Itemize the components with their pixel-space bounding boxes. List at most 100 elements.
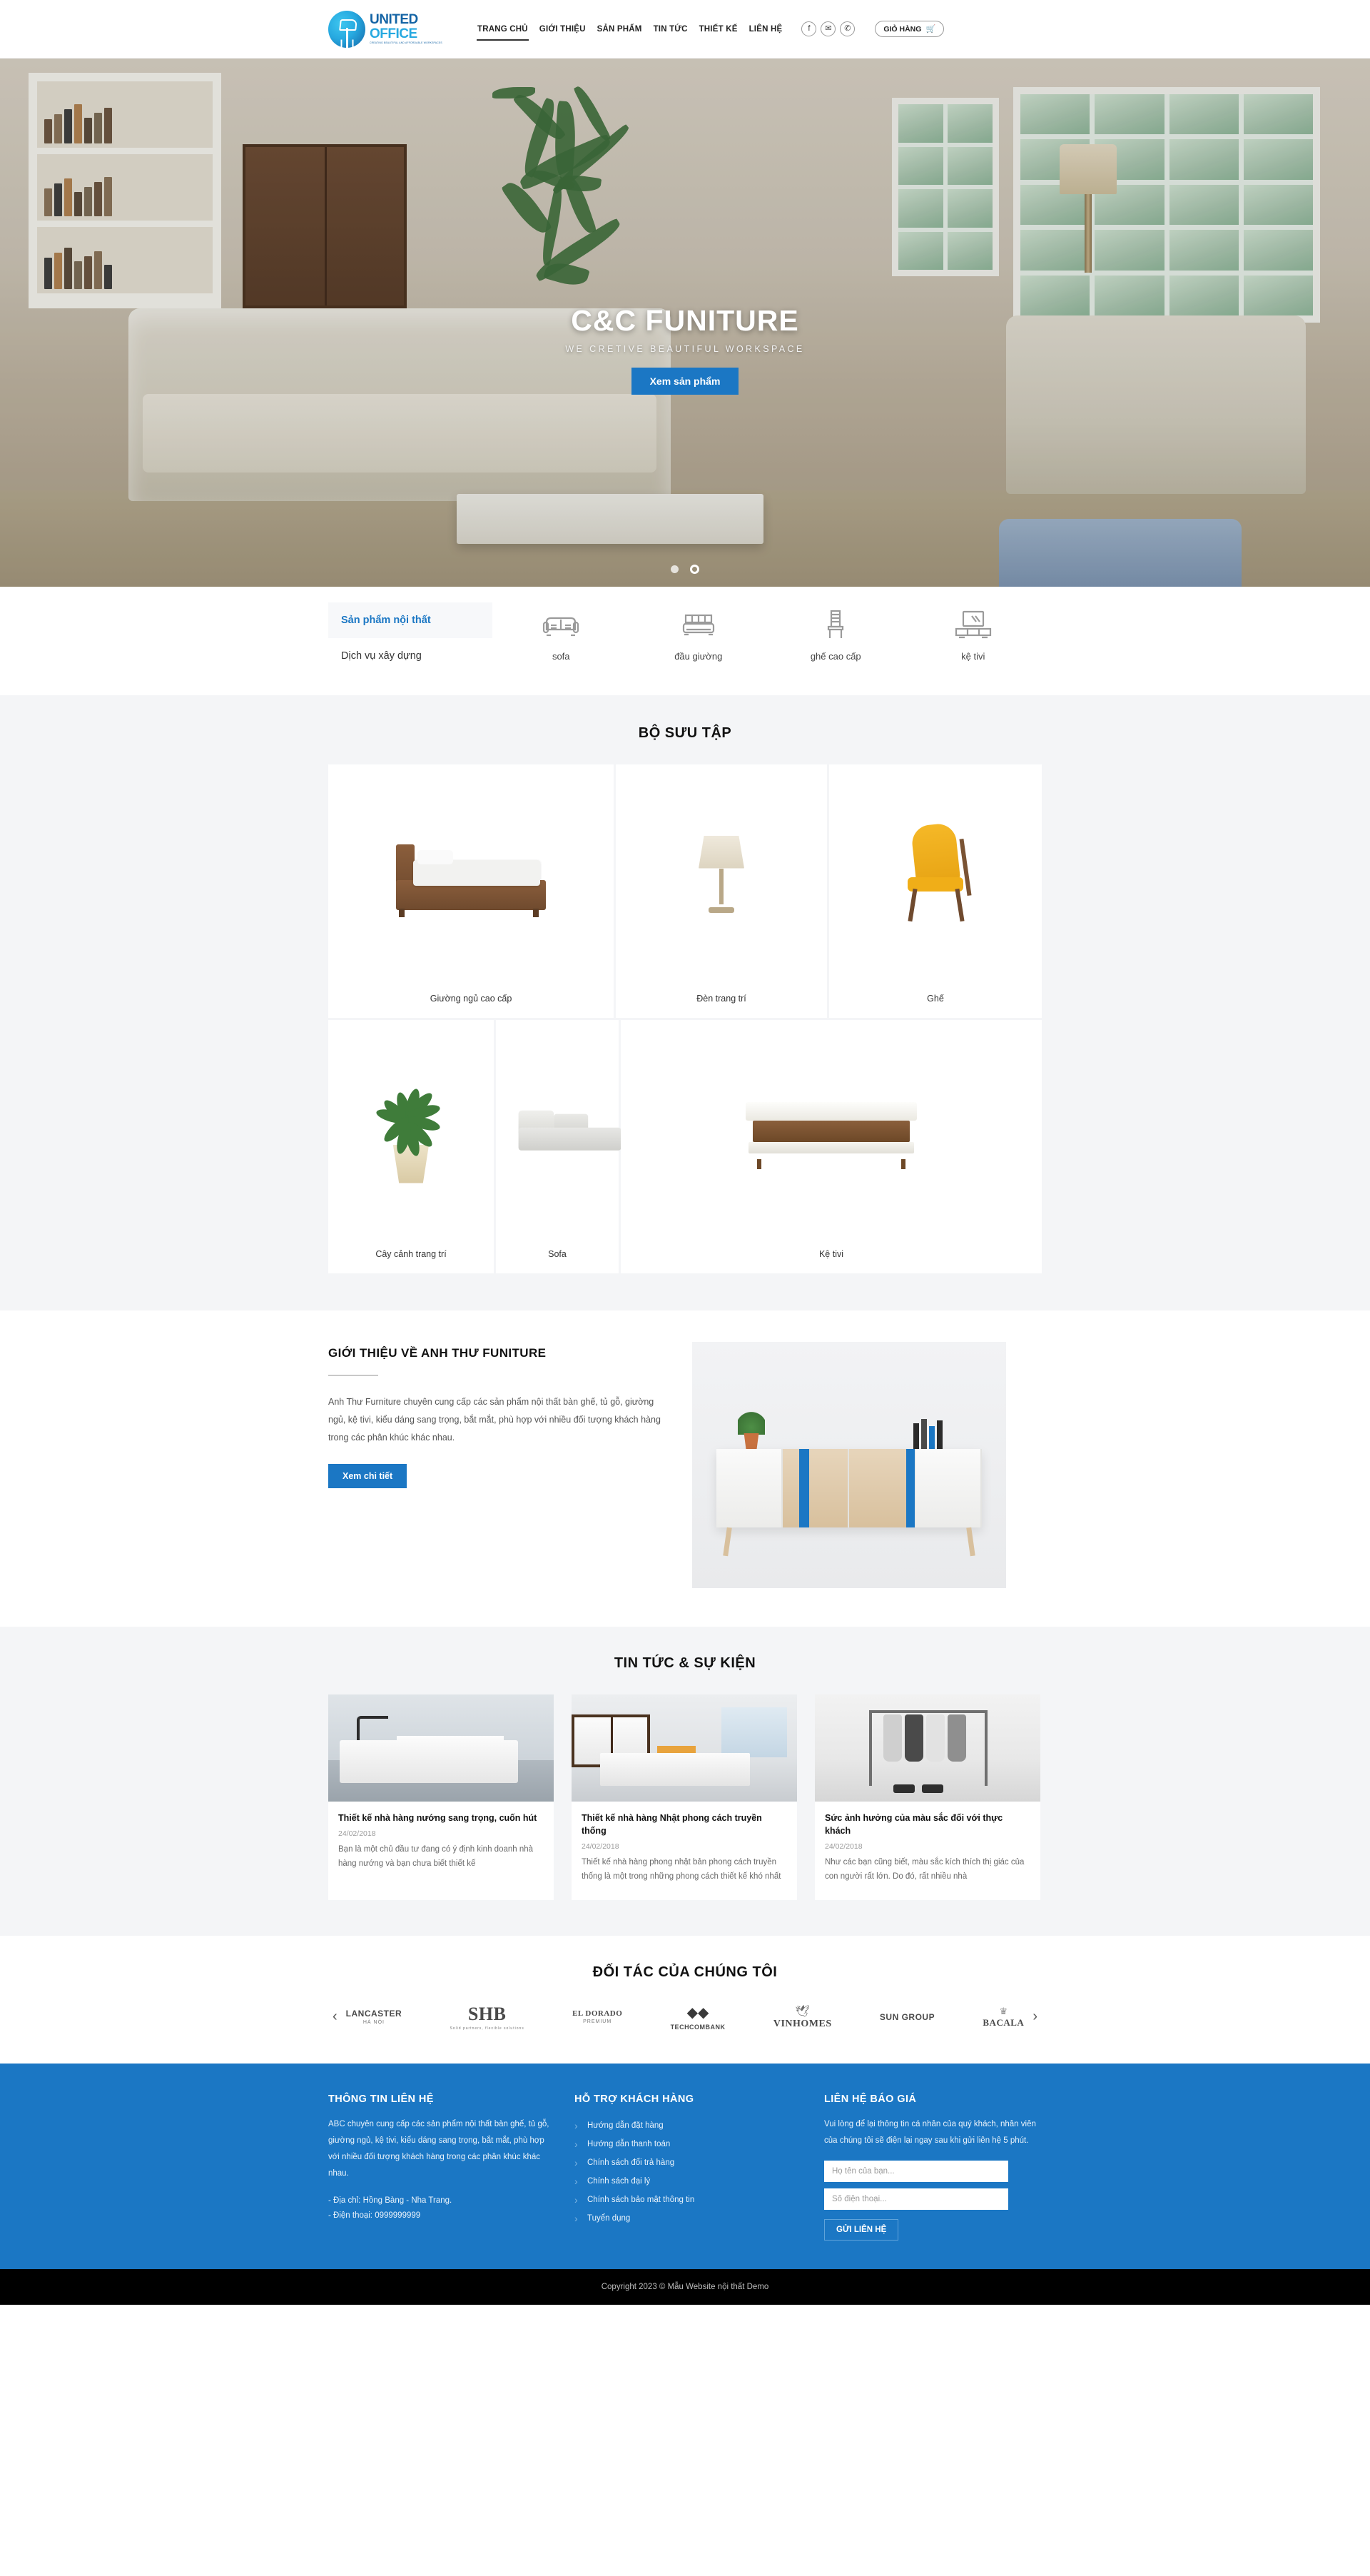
footer-link-huong-dan-thanh-toan[interactable]: Hướng dẫn thanh toán xyxy=(574,2135,803,2153)
nav-item-gioi-thieu[interactable]: GIỚI THIỆU xyxy=(539,23,587,36)
footer-link-huong-dan-dat-hang[interactable]: Hướng dẫn đặt hàng xyxy=(574,2116,803,2135)
site-logo[interactable]: UNITED OFFICE CREATING BEAUTIFUL AND AFF… xyxy=(328,10,461,48)
mail-icon[interactable]: ✉ xyxy=(821,21,836,36)
collection-row-2: Cây cảnh trang trí Sofa Kệ tivi xyxy=(328,1020,1042,1273)
category-label-sofa: sofa xyxy=(552,651,570,662)
bed-icon xyxy=(649,607,749,644)
footer-col1-title: THÔNG TIN LIÊN HỆ xyxy=(328,2093,434,2105)
news-thumbnail xyxy=(328,1694,554,1802)
partner-name: VINHOMES xyxy=(773,2018,832,2029)
footer-link-chinh-sach-doi-tra[interactable]: Chính sách đổi trả hàng xyxy=(574,2153,803,2172)
collection-caption: Sofa xyxy=(548,1249,567,1259)
news-card[interactable]: Thiết kế nhà hàng nướng sang trọng, cuốn… xyxy=(328,1694,554,1900)
about-text: Anh Thư Furniture chuyên cung cấp các sả… xyxy=(328,1397,661,1443)
partner-sub: PREMIUM xyxy=(583,2019,612,2024)
partner-logo-vinhomes[interactable]: 🕊 VINHOMES xyxy=(773,2004,832,2030)
partner-name: BACALA xyxy=(983,2016,1025,2028)
nav-item-thiet-ke[interactable]: THIẾT KẾ xyxy=(699,23,739,36)
diamond-icon: ◆◆ xyxy=(686,2004,709,2021)
footer-address: - Địa chỉ: Hồng Bàng - Nha Trang. xyxy=(328,2196,452,2205)
hero-cta-button[interactable]: Xem sản phẩm xyxy=(631,368,739,395)
phone-icon[interactable]: ✆ xyxy=(840,21,856,36)
footer-link-tuyen-dung[interactable]: Tuyển dụng xyxy=(574,2209,803,2228)
plant-image xyxy=(328,1020,494,1239)
collection-caption: Giường ngủ cao cấp xyxy=(430,994,512,1004)
footer-col3-title: LIÊN HỆ BÁO GIÁ xyxy=(824,2093,917,2105)
footer-link-chinh-sach-bao-mat[interactable]: Chính sách bảo mật thông tin xyxy=(574,2191,803,2209)
about-detail-button[interactable]: Xem chi tiết xyxy=(328,1464,407,1488)
category-item-dau-giuong[interactable]: đầu giường xyxy=(649,607,749,662)
category-label-ghe-cao-cap: ghế cao cấp xyxy=(810,651,861,662)
slider-dot-2[interactable] xyxy=(690,565,700,575)
category-tab-noi-that[interactable]: Sản phẩm nội thất xyxy=(328,602,492,638)
crown-icon: ♛ xyxy=(999,2005,1008,2016)
nav-item-lien-he[interactable]: LIÊN HỆ xyxy=(749,23,783,36)
footer-col2-title: HỖ TRỢ KHÁCH HÀNG xyxy=(574,2093,694,2105)
news-title: TIN TỨC & SỰ KIỆN xyxy=(614,1655,756,1671)
category-bar: Sản phẩm nội thất Dịch vụ xây dựng sofa … xyxy=(0,587,1370,695)
copyright-bar: Copyright 2023 © Mẫu Website nội thất De… xyxy=(0,2268,1370,2305)
about-divider xyxy=(328,1375,378,1376)
partner-name: LANCASTER xyxy=(345,2009,402,2019)
site-header: UNITED OFFICE CREATING BEAUTIFUL AND AFF… xyxy=(0,0,1370,59)
partner-name: SUN GROUP xyxy=(879,2011,935,2022)
partner-logo-bacala[interactable]: ♛ BACALA xyxy=(983,2006,1024,2029)
collection-caption: Đèn trang trí xyxy=(696,994,746,1004)
hero-slider: C&C FUNITURE WE CRETIVE BEAUTIFUL WORKSP… xyxy=(0,59,1370,587)
slider-dot-1[interactable] xyxy=(670,565,679,574)
category-tab-xay-dung[interactable]: Dịch vụ xây dựng xyxy=(328,638,492,674)
nav-item-tin-tuc[interactable]: TIN TỨC xyxy=(653,23,689,36)
partner-logo-sun-group[interactable]: SUN GROUP xyxy=(880,2012,935,2022)
partner-sub: HÀ NỘI xyxy=(362,2020,385,2025)
nav-item-san-pham[interactable]: SẢN PHẨM xyxy=(597,23,643,36)
partner-logo-lancaster[interactable]: LANCASTER HÀ NỘI xyxy=(346,2009,402,2025)
collection-card-giuong-ngu[interactable]: Giường ngủ cao cấp xyxy=(328,764,614,1018)
cart-button[interactable]: GIỎ HÀNG 🛒 xyxy=(875,21,945,37)
collection-card-sofa[interactable]: Sofa xyxy=(496,1020,621,1273)
news-card-excerpt: Như các bạn cũng biết, màu sắc kích thíc… xyxy=(825,1858,1025,1882)
facebook-icon[interactable]: f xyxy=(801,21,817,36)
collection-section: BỘ SƯU TẬP Giường ngủ cao cấp Đèn trang … xyxy=(0,695,1370,1310)
partner-logo-shb[interactable]: SHB Solid partners, flexible solutions xyxy=(450,2004,524,2031)
page-root: UNITED OFFICE CREATING BEAUTIFUL AND AFF… xyxy=(0,0,1370,2305)
news-thumbnail xyxy=(572,1694,797,1802)
category-item-sofa[interactable]: sofa xyxy=(511,607,611,662)
news-card-excerpt: Thiết kế nhà hàng phong nhật bản phong c… xyxy=(582,1858,781,1882)
sofa-icon xyxy=(511,607,611,644)
partner-logo-el-dorado[interactable]: EL DORADO PREMIUM xyxy=(572,2009,622,2024)
lamp-image xyxy=(616,764,827,984)
collection-card-den-trang-tri[interactable]: Đèn trang trí xyxy=(616,764,827,1018)
footer-link-chinh-sach-dai-ly[interactable]: Chính sách đại lý xyxy=(574,2172,803,2191)
partner-sub: Solid partners, flexible solutions xyxy=(450,2026,524,2031)
name-input[interactable] xyxy=(824,2160,1008,2182)
news-card[interactable]: Sức ảnh hưởng của màu sắc đối với thực k… xyxy=(815,1694,1040,1900)
social-links: f ✉ ✆ xyxy=(801,21,856,36)
about-image xyxy=(692,1342,1006,1588)
chair-icon xyxy=(786,607,886,644)
partner-logo-techcombank[interactable]: ◆◆ TECHCOMBANK xyxy=(671,2004,726,2031)
news-thumbnail xyxy=(815,1694,1040,1802)
collection-card-ke-tivi[interactable]: Kệ tivi xyxy=(621,1020,1042,1273)
submit-contact-button[interactable]: GỬI LIÊN HỆ xyxy=(824,2218,899,2241)
partner-name: SHB xyxy=(467,2003,507,2024)
site-footer: THÔNG TIN LIÊN HỆ ABC chuyên cung cấp cá… xyxy=(0,2063,1370,2269)
phone-input[interactable] xyxy=(824,2188,1008,2210)
about-title: GIỚI THIỆU VỀ ANH THƯ FUNITURE xyxy=(328,1346,547,1360)
partners-prev-arrow[interactable]: ‹ xyxy=(328,2009,342,2025)
category-item-ke-tivi[interactable]: kệ tivi xyxy=(923,607,1023,662)
partner-name: EL DORADO xyxy=(572,2009,623,2018)
news-card[interactable]: Thiết kế nhà hàng Nhật phong cách truyền… xyxy=(572,1694,797,1900)
footer-support-links: HỖ TRỢ KHÁCH HÀNG Hướng dẫn đặt hàng Hướ… xyxy=(574,2093,803,2241)
footer-col1-text: ABC chuyên cung cấp các sản phẩm nội thấ… xyxy=(328,2119,549,2178)
cart-label: GIỎ HÀNG xyxy=(883,24,922,34)
news-section: TIN TỨC & SỰ KIỆN Thiết kế nhà hàng nướn… xyxy=(0,1627,1370,1936)
logo-tagline: CREATING BEAUTIFUL AND AFFORDABLE WORKSP… xyxy=(370,41,442,45)
collection-row-1: Giường ngủ cao cấp Đèn trang trí Ghế xyxy=(328,764,1042,1018)
partners-next-arrow[interactable]: › xyxy=(1028,2009,1042,2025)
category-label-ke-tivi: kệ tivi xyxy=(961,651,985,662)
collection-card-ghe[interactable]: Ghế xyxy=(829,764,1042,1018)
collection-card-cay-canh[interactable]: Cây cảnh trang trí xyxy=(328,1020,494,1273)
news-card-date: 24/02/2018 xyxy=(338,1829,376,1839)
nav-item-trang-chu[interactable]: TRANG CHỦ xyxy=(477,23,529,41)
category-item-ghe-cao-cap[interactable]: ghế cao cấp xyxy=(786,607,886,662)
